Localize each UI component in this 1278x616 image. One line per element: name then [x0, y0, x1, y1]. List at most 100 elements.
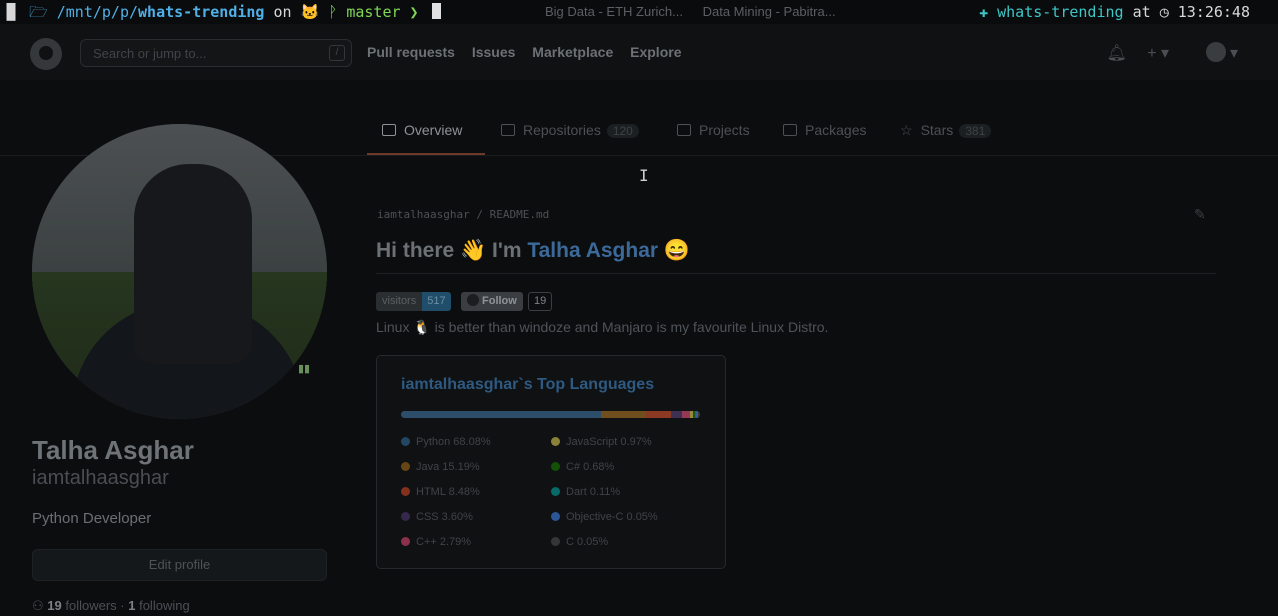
clock-icon: ◷: [1159, 3, 1169, 21]
language-legend-label: Java 15.19%: [416, 461, 480, 473]
profile-handle: iamtalhaasghar: [32, 467, 169, 489]
language-legend-label: C# 0.68%: [566, 461, 615, 473]
terminal-prompt: ▐▌ 🗁 /mnt/p/p/whats-trending on 🐱 ᚹ mast…: [0, 0, 1278, 24]
terminal-icon: ▐▌: [2, 3, 21, 21]
user-menu-button[interactable]: ▾: [1190, 42, 1238, 62]
language-bar-segment: [698, 411, 700, 418]
following-count[interactable]: 1: [128, 598, 135, 613]
tab-label: Overview: [404, 122, 463, 138]
language-color-dot: [401, 537, 410, 546]
language-color-dot: [551, 537, 560, 546]
tab-count: 120: [606, 124, 639, 138]
follow-badge[interactable]: Follow: [461, 292, 523, 311]
language-legend-item: C# 0.68%: [551, 461, 614, 473]
readme-title-link[interactable]: Talha Asghar: [527, 239, 658, 262]
create-new-button[interactable]: + ▾: [1147, 45, 1169, 62]
tab-projects[interactable]: Projects: [677, 122, 750, 138]
tab-repositories[interactable]: Repositories 120: [501, 122, 639, 138]
followers-label[interactable]: followers: [65, 598, 116, 613]
language-color-dot: [401, 437, 410, 446]
avatar: [1205, 42, 1226, 62]
github-icon: [467, 294, 479, 306]
language-color-dot: [551, 462, 560, 471]
follow-badge-label: Follow: [482, 295, 517, 307]
language-legend-label: JavaScript 0.97%: [566, 436, 652, 448]
browser-tabs: Big Data - ETH Zurich... Data Mining - P…: [545, 0, 852, 24]
profile-name: Talha Asghar: [32, 435, 194, 465]
prompt-branch: master: [346, 3, 401, 21]
github-logo-icon[interactable]: [30, 38, 62, 70]
star-icon: ☆: [900, 122, 913, 138]
header-actions: 🔔︎ + ▾ ▾: [1090, 42, 1238, 63]
search-placeholder: Search or jump to...: [93, 46, 207, 61]
language-bar-segment: [671, 411, 682, 418]
language-bar-segment: [601, 411, 647, 418]
follow-badge-count[interactable]: 19: [528, 292, 553, 311]
language-legend-label: Objective-C 0.05%: [566, 511, 658, 523]
browser-tab[interactable]: Big Data - ETH Zurich...: [545, 4, 683, 19]
prompt-repo: whats-trending: [138, 3, 265, 21]
language-color-dot: [551, 512, 560, 521]
following-label[interactable]: following: [139, 598, 190, 613]
card-title: iamtalhaasghar`s Top Languages: [401, 376, 655, 393]
browser-tab[interactable]: Data Mining - Pabitra...: [703, 4, 836, 19]
text-cursor: [431, 3, 441, 19]
book-icon: [382, 124, 396, 136]
tab-overview[interactable]: Overview: [382, 122, 462, 138]
people-icon: ⚇: [32, 598, 44, 613]
tab-packages[interactable]: Packages: [783, 122, 866, 138]
edit-profile-button[interactable]: Edit profile: [32, 549, 327, 581]
nav-explore[interactable]: Explore: [630, 44, 681, 60]
readme-divider: [376, 273, 1216, 274]
language-bar-segment: [646, 411, 672, 418]
tab-label: Repositories: [523, 122, 601, 138]
visitors-badge[interactable]: visitors 517: [376, 292, 451, 311]
profile-avatar[interactable]: [32, 124, 327, 419]
language-legend-item: C 0.05%: [551, 536, 608, 548]
search-input[interactable]: Search or jump to... /: [80, 39, 352, 67]
search-shortcut-key: /: [329, 45, 345, 61]
project-icon: [677, 124, 691, 136]
nav-issues[interactable]: Issues: [472, 44, 516, 60]
tab-label: Stars: [920, 122, 954, 138]
tab-label: Projects: [699, 122, 750, 138]
top-languages-card[interactable]: iamtalhaasghar`s Top Languages Python 68…: [376, 355, 726, 569]
profile-bio: Python Developer: [32, 510, 152, 527]
readme-title: Hi there 👋 I'm Talha Asghar 😄: [376, 239, 690, 263]
followers-count[interactable]: 19: [47, 598, 61, 613]
readme-title-text: Hi there 👋 I'm: [376, 239, 528, 262]
ibeam-cursor-icon: I: [639, 166, 649, 185]
nav-marketplace[interactable]: Marketplace: [532, 44, 613, 60]
folder-icon: 🗁: [29, 3, 48, 21]
language-bar-segment: [401, 411, 602, 418]
status-icon[interactable]: ▮▮: [298, 362, 310, 375]
python-icon: ✚: [979, 3, 989, 21]
language-legend-item: HTML 8.48%: [401, 486, 480, 498]
language-color-dot: [551, 487, 560, 496]
language-legend-item: C++ 2.79%: [401, 536, 471, 548]
language-legend-item: Java 15.19%: [401, 461, 480, 473]
git-icon: 🐱 ᚹ: [300, 3, 338, 21]
repo-icon: [501, 124, 515, 136]
follow-stats: ⚇ 19 followers · 1 following: [32, 598, 190, 613]
pencil-icon[interactable]: ✎: [1194, 206, 1206, 223]
language-legend-label: HTML 8.48%: [416, 486, 480, 498]
bell-icon[interactable]: 🔔︎: [1106, 45, 1126, 62]
package-icon: [783, 124, 797, 136]
language-color-dot: [401, 462, 410, 471]
language-legend-label: Python 68.08%: [416, 436, 491, 448]
readme-path[interactable]: iamtalhaasghar / README.md: [377, 208, 549, 221]
tab-count: 381: [959, 124, 992, 138]
avatar-hood: [134, 164, 252, 364]
visitors-badge-count: 517: [422, 292, 451, 311]
tab-stars[interactable]: ☆ Stars 381: [900, 122, 992, 139]
visitors-badge-label: visitors: [376, 292, 423, 311]
nav-pull-requests[interactable]: Pull requests: [367, 44, 455, 60]
readme-text: Linux 🐧 is better than windoze and Manja…: [376, 319, 829, 335]
prompt-time: 13:26:48: [1177, 3, 1250, 21]
header-nav: Pull requests Issues Marketplace Explore: [367, 44, 694, 60]
readme-title-emoji: 😄: [658, 239, 691, 262]
prompt-left: ▐▌ 🗁 /mnt/p/p/whats-trending on 🐱 ᚹ mast…: [2, 0, 441, 24]
languages-bar: [401, 411, 700, 418]
language-color-dot: [401, 487, 410, 496]
